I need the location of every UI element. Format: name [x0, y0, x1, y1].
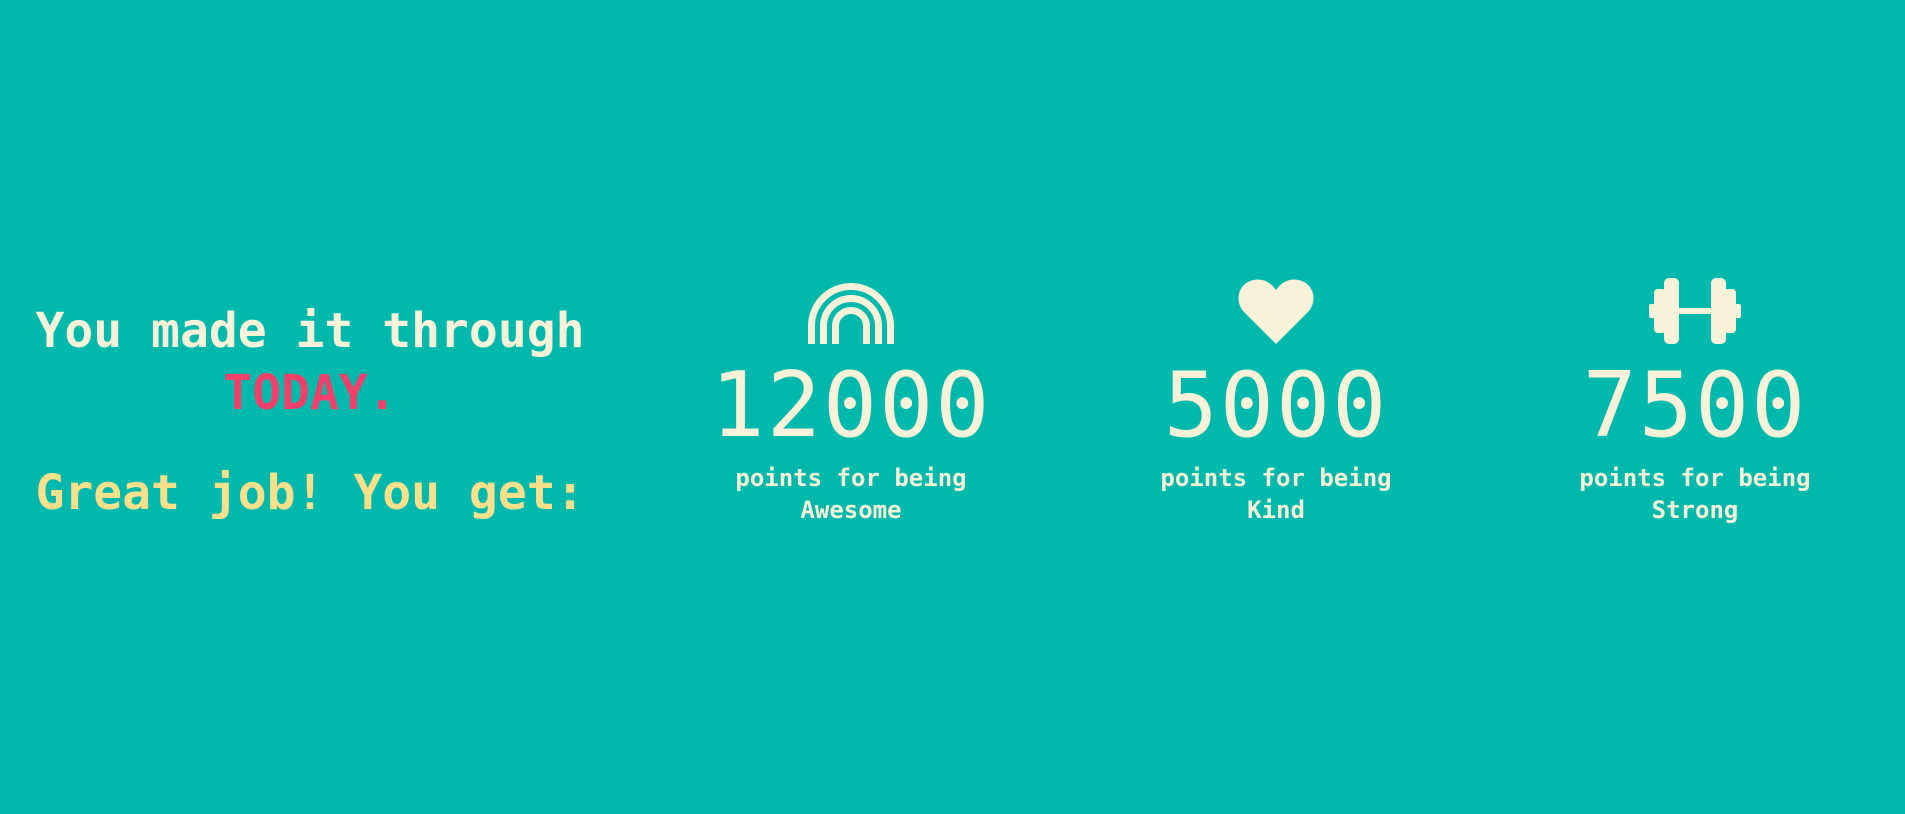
dumbbell-icon	[1515, 278, 1875, 344]
stat-strong: 7500 points for being Strong	[1515, 278, 1875, 526]
stat-caption-line: points for being	[1579, 464, 1811, 492]
stat-caption: points for being Kind	[1096, 462, 1456, 526]
stat-awesome: 12000 points for being Awesome	[671, 278, 1031, 526]
intro-message: You made it through TODAY. Great job! Yo…	[20, 300, 600, 524]
stat-caption: points for being Strong	[1515, 462, 1875, 526]
stat-caption: points for being Awesome	[671, 462, 1031, 526]
stat-caption-line: points for being	[735, 464, 967, 492]
stat-caption-line: points for being	[1160, 464, 1392, 492]
stat-caption-quality: Kind	[1247, 496, 1305, 524]
stat-value: 12000	[710, 353, 992, 458]
intro-today: TODAY.	[223, 365, 397, 421]
rainbow-icon	[671, 278, 1031, 344]
stat-caption-quality: Strong	[1651, 496, 1739, 524]
stat-caption-quality: Awesome	[800, 496, 902, 524]
heart-icon	[1096, 278, 1456, 344]
intro-cheer: Great job! You get:	[35, 465, 585, 521]
stat-kind: 5000 points for being Kind	[1096, 278, 1456, 526]
stat-value: 7500	[1582, 353, 1808, 458]
stat-value: 5000	[1163, 353, 1389, 458]
reward-screen: You made it through TODAY. Great job! Yo…	[0, 0, 1905, 814]
intro-line: You made it through	[35, 303, 585, 359]
